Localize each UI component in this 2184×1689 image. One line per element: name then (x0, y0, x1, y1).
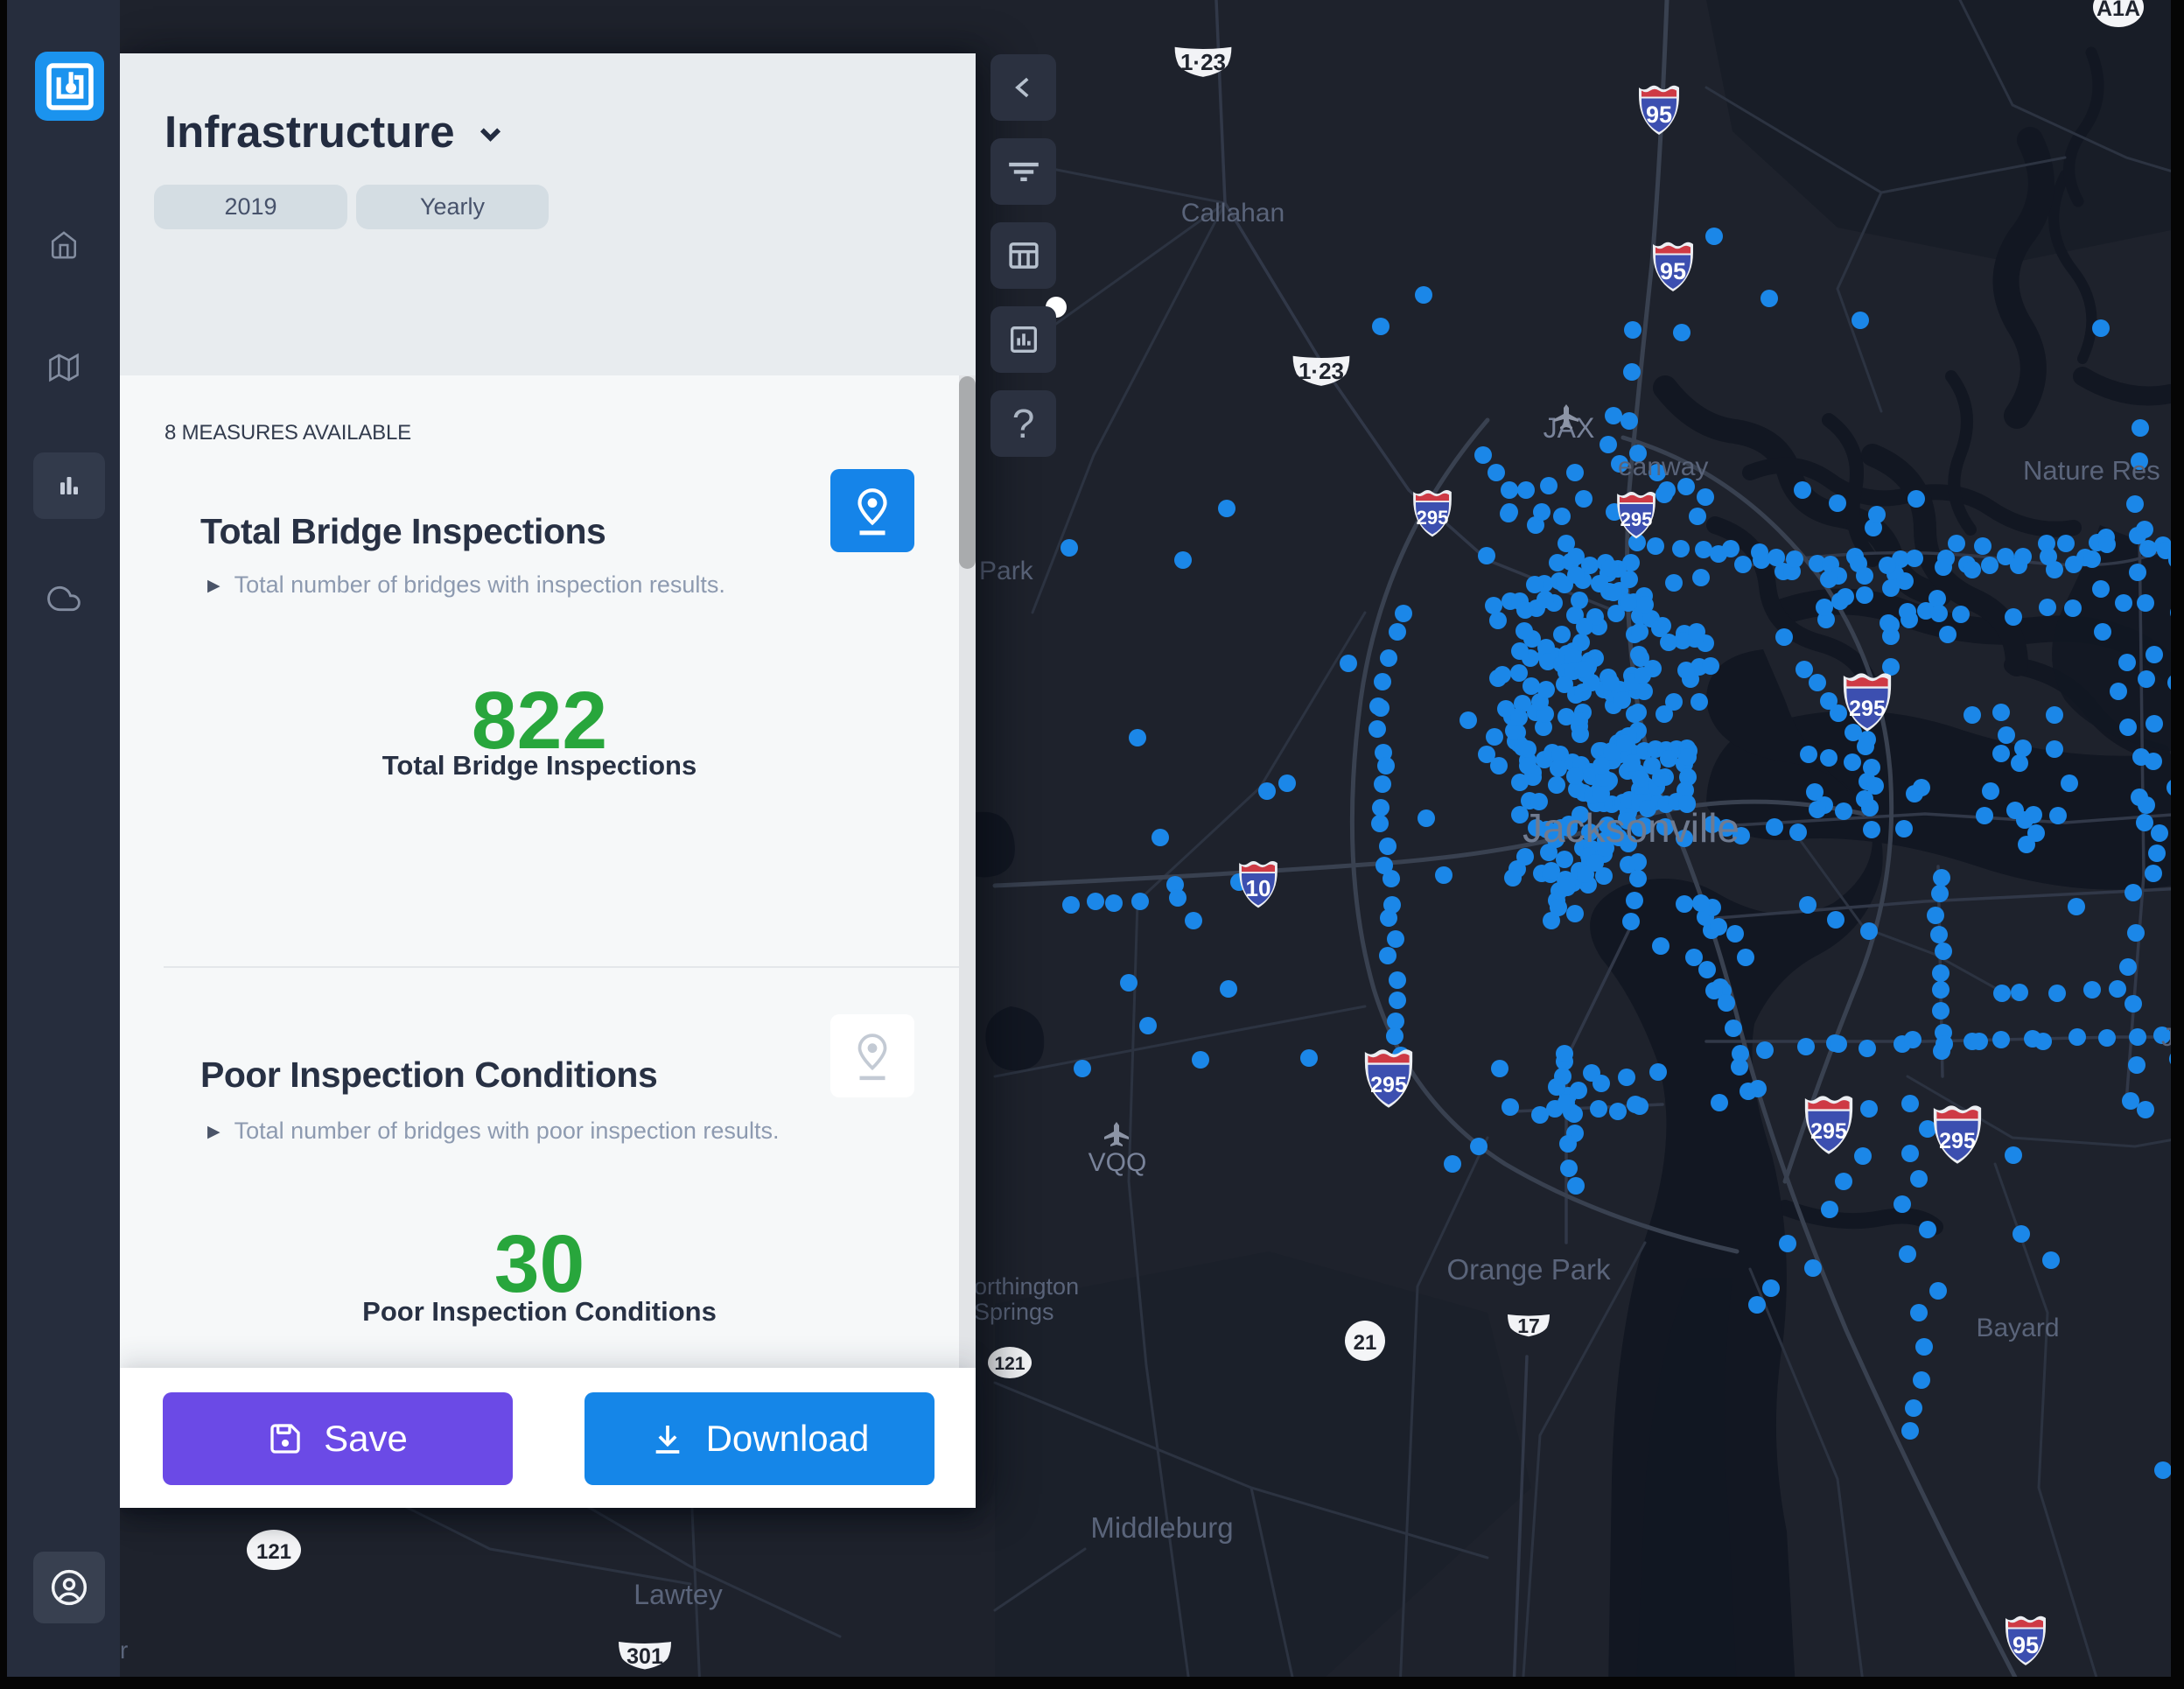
svg-text:orthington: orthington (974, 1273, 1079, 1300)
svg-text:VQQ: VQQ (1088, 1148, 1147, 1177)
svg-text:Callahan: Callahan (1181, 199, 1284, 228)
svg-text:21: 21 (1354, 1331, 1377, 1355)
svg-text:95: 95 (2012, 1632, 2039, 1658)
svg-text:295: 295 (1939, 1129, 1976, 1153)
svg-text:17: 17 (1517, 1314, 1540, 1337)
svg-text:Park: Park (979, 557, 1034, 585)
svg-text:Jacksonville: Jacksonville (1522, 805, 1740, 851)
svg-text:1·23: 1·23 (1180, 49, 1226, 75)
svg-text:Middleburg: Middleburg (1090, 1511, 1233, 1544)
svg-text:Nature Res: Nature Res (2023, 455, 2160, 486)
svg-text:295: 295 (1417, 507, 1449, 529)
svg-text:295: 295 (1370, 1073, 1407, 1097)
svg-text:A1A: A1A (2096, 0, 2140, 21)
svg-text:Lawtey: Lawtey (634, 1579, 722, 1610)
svg-text:301: 301 (626, 1644, 663, 1669)
svg-text:eanway: eanway (1618, 452, 1708, 481)
svg-text:121: 121 (994, 1354, 1025, 1374)
svg-text:Orange Park: Orange Park (1446, 1253, 1611, 1286)
svg-text:95: 95 (1660, 258, 1686, 284)
svg-text:295: 295 (1849, 697, 1886, 721)
svg-text:295: 295 (1620, 508, 1653, 530)
svg-text:r: r (120, 1636, 128, 1664)
svg-text:1·23: 1·23 (1298, 358, 1344, 384)
svg-text:95: 95 (1646, 102, 1672, 128)
svg-text:Bayard: Bayard (1976, 1314, 2059, 1342)
svg-text:121: 121 (256, 1540, 291, 1564)
svg-text:10: 10 (1246, 875, 1271, 901)
svg-text:Springs: Springs (974, 1299, 1054, 1325)
svg-text:295: 295 (1810, 1119, 1847, 1144)
